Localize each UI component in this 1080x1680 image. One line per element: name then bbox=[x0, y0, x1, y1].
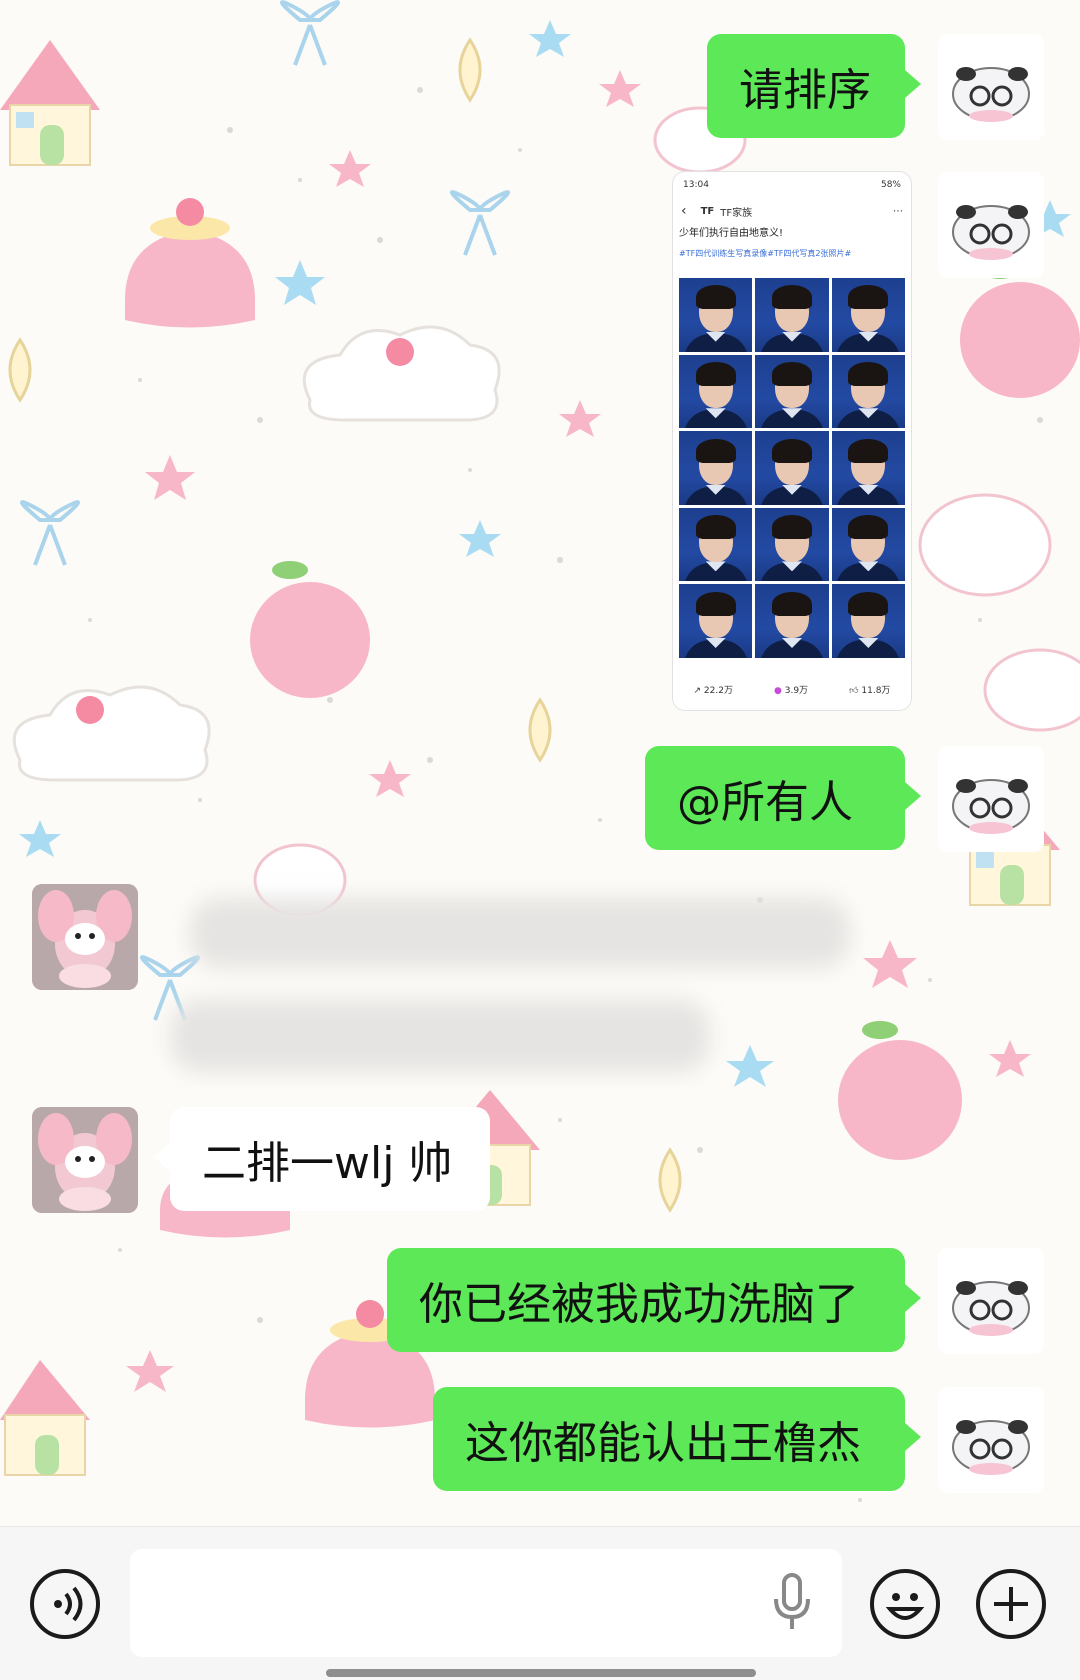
image-tags: #TF四代训练生写真录像#TF四代写真2张照片# bbox=[679, 249, 852, 258]
share-count: ↗ 22.2万 bbox=[693, 685, 733, 696]
portrait-photo bbox=[679, 354, 753, 429]
portrait-photo bbox=[755, 431, 829, 505]
image-status-time: 13:04 bbox=[683, 180, 709, 190]
plus-icon bbox=[994, 1587, 1028, 1621]
portrait-photo bbox=[755, 584, 829, 658]
more-icon: ⋯ bbox=[893, 205, 903, 217]
share-icon: ↗ bbox=[693, 685, 704, 696]
redaction-scribble bbox=[170, 1000, 710, 1072]
my-avatar[interactable] bbox=[938, 172, 1044, 278]
like-count: 👍︎ 11.8万 bbox=[849, 685, 891, 696]
voice-toggle-button[interactable] bbox=[30, 1569, 100, 1639]
my-avatar[interactable] bbox=[938, 1387, 1044, 1493]
more-actions-button[interactable] bbox=[976, 1569, 1046, 1639]
message-text: 你已经被我成功洗脑了 bbox=[419, 1279, 859, 1330]
image-message[interactable]: 13:04 58% ‹ TF TF家族 ⋯ 少年们执行自由地意义! #TF四代训… bbox=[673, 172, 911, 710]
account-logo-icon: TF bbox=[700, 205, 715, 217]
message-bubble[interactable]: 你已经被我成功洗脑了 bbox=[387, 1248, 921, 1352]
back-arrow-icon: ‹ bbox=[681, 203, 687, 219]
portrait-photo bbox=[755, 354, 829, 429]
portrait-photo bbox=[679, 584, 753, 658]
contact-avatar[interactable] bbox=[32, 884, 138, 990]
portrait-photo bbox=[679, 278, 753, 352]
message-text: 二排一wlj 帅 bbox=[202, 1138, 453, 1189]
message-bubble[interactable]: 请排序 bbox=[707, 34, 921, 138]
avatar-image bbox=[938, 34, 1044, 140]
portrait-photo bbox=[831, 507, 905, 582]
avatar-image bbox=[32, 884, 138, 990]
input-bar bbox=[0, 1526, 1080, 1680]
portrait-photo bbox=[679, 431, 753, 505]
contact-avatar[interactable] bbox=[32, 1107, 138, 1213]
message-bubble[interactable]: @所有人 bbox=[645, 746, 921, 850]
gift-icon: ● bbox=[774, 685, 785, 696]
redaction-scribble bbox=[190, 898, 850, 968]
message-bubble[interactable]: 二排一wlj 帅 bbox=[154, 1107, 490, 1211]
my-avatar[interactable] bbox=[938, 34, 1044, 140]
message-text: 请排序 bbox=[739, 65, 871, 116]
portrait-photo bbox=[755, 507, 829, 582]
portrait-photo bbox=[831, 354, 905, 429]
thumbs-up-icon: 👍︎ bbox=[849, 685, 862, 696]
avatar-image bbox=[32, 1107, 138, 1213]
emoji-button[interactable] bbox=[870, 1569, 940, 1639]
image-status-battery: 58% bbox=[880, 180, 901, 190]
portrait-photo bbox=[831, 278, 905, 352]
image-caption: 少年们执行自由地意义! bbox=[679, 228, 784, 239]
portrait-photo bbox=[755, 278, 829, 352]
image-navbar: ‹ TF TF家族 ⋯ bbox=[681, 200, 903, 222]
home-indicator[interactable] bbox=[326, 1669, 756, 1677]
avatar-image bbox=[938, 1387, 1044, 1493]
portrait-photo bbox=[679, 507, 753, 582]
avatar-image bbox=[938, 172, 1044, 278]
message-input[interactable] bbox=[130, 1549, 842, 1657]
avatar-image bbox=[938, 1248, 1044, 1354]
microphone-icon[interactable] bbox=[770, 1573, 814, 1633]
chat-background: 请排序 13:04 58% ‹ TF TF家族 ⋯ 少年们执行自由地意义! #T… bbox=[0, 0, 1080, 1526]
photo-grid bbox=[679, 278, 905, 658]
message-text: 这你都能认出王橹杰 bbox=[465, 1418, 861, 1469]
message-text: @所有人 bbox=[677, 777, 853, 828]
portrait-photo bbox=[831, 431, 905, 505]
my-avatar[interactable] bbox=[938, 746, 1044, 852]
message-bubble[interactable]: 这你都能认出王橹杰 bbox=[433, 1387, 921, 1491]
avatar-image bbox=[938, 746, 1044, 852]
gift-count: ● 3.9万 bbox=[774, 685, 809, 696]
voice-wave-icon bbox=[54, 1586, 83, 1622]
account-name: TF家族 bbox=[720, 207, 753, 219]
portrait-photo bbox=[831, 584, 905, 658]
image-footer: ↗ 22.2万 ● 3.9万 👍︎ 11.8万 bbox=[673, 668, 911, 710]
my-avatar[interactable] bbox=[938, 1248, 1044, 1354]
smiley-icon bbox=[885, 1593, 925, 1620]
